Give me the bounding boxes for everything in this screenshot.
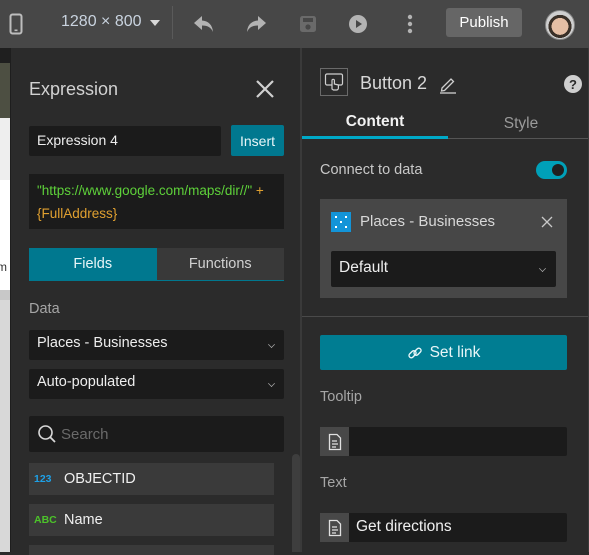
play-icon[interactable] xyxy=(346,12,370,36)
expression-name-input[interactable]: Expression 4 xyxy=(29,126,221,156)
text-input[interactable]: Get directions xyxy=(320,513,567,542)
widget-name: Button 2 xyxy=(360,73,428,93)
dynamic-content-icon[interactable] xyxy=(320,427,349,456)
help-icon[interactable]: ? xyxy=(564,75,582,93)
population-mode-value: Auto-populated xyxy=(37,374,136,390)
search-icon xyxy=(38,425,56,443)
data-label: Data xyxy=(29,301,60,317)
canvas-segment xyxy=(0,63,10,118)
caret-down-icon xyxy=(149,20,160,26)
data-source-select[interactable]: Places - Businesses xyxy=(29,330,284,360)
widget-settings-panel: Button 2 ? Content Style Connect to data… xyxy=(302,48,589,552)
resolution-value: 1280 × 800 xyxy=(61,13,142,30)
point-layer-icon xyxy=(331,212,351,232)
canvas-segment xyxy=(0,290,10,300)
chevron-down-icon xyxy=(539,265,546,272)
tooltip-input[interactable] xyxy=(320,427,567,456)
tab-fields[interactable]: Fields xyxy=(29,248,157,280)
mobile-device-icon[interactable] xyxy=(4,12,28,36)
settings-tabs: Content Style xyxy=(302,108,589,139)
tab-content[interactable]: Content xyxy=(302,108,448,139)
connect-to-data-label: Connect to data xyxy=(320,162,423,178)
field-name: Name xyxy=(64,512,103,528)
more-vertical-icon[interactable] xyxy=(398,12,422,36)
canvas-segment xyxy=(0,48,10,63)
redo-icon[interactable] xyxy=(244,12,268,36)
edit-pencil-icon[interactable] xyxy=(438,74,458,94)
user-avatar[interactable] xyxy=(545,10,575,40)
expression-operator: + xyxy=(252,183,264,198)
set-link-label: Set link xyxy=(429,343,481,361)
data-view-select[interactable]: Default xyxy=(331,251,556,287)
field-name: OBJECTID xyxy=(64,471,136,487)
tooltip-label: Tooltip xyxy=(320,389,362,405)
population-mode-select[interactable]: Auto-populated xyxy=(29,369,284,399)
save-icon[interactable] xyxy=(296,12,320,36)
chevron-down-icon xyxy=(268,341,275,348)
data-source-value: Places - Businesses xyxy=(37,335,168,351)
insert-button[interactable]: Insert xyxy=(231,125,284,156)
text-value: Get directions xyxy=(356,518,452,535)
data-source-name: Places - Businesses xyxy=(360,213,496,230)
undo-icon[interactable] xyxy=(192,12,216,36)
text-label: Text xyxy=(320,475,347,491)
expression-panel-title: Expression xyxy=(29,79,119,99)
expression-tabs: Fields Functions xyxy=(29,248,284,281)
expression-string: "https://www.google.com/maps/dir//" xyxy=(37,183,253,198)
link-icon xyxy=(407,347,422,358)
field-search-input[interactable]: Search xyxy=(29,416,284,452)
canvas-partial-text: m xyxy=(0,260,7,274)
canvas-segment xyxy=(0,118,10,180)
field-list-item[interactable]: ABC Name xyxy=(29,504,274,536)
field-list-item[interactable] xyxy=(29,545,274,555)
expression-editor[interactable]: "https://www.google.com/maps/dir//" + {F… xyxy=(29,174,284,229)
field-list-scrollbar[interactable] xyxy=(292,454,300,552)
connect-to-data-toggle[interactable] xyxy=(536,161,567,179)
close-icon[interactable] xyxy=(254,78,276,100)
tab-functions[interactable]: Functions xyxy=(156,248,284,280)
publish-button[interactable]: Publish xyxy=(446,8,522,37)
field-list-item[interactable]: 123 OBJECTID xyxy=(29,463,274,495)
dynamic-content-icon[interactable] xyxy=(320,513,349,542)
top-toolbar: 1280 × 800 Publish xyxy=(0,0,589,48)
section-divider xyxy=(302,316,589,317)
canvas-preview-strip: m xyxy=(0,48,10,552)
data-view-value: Default xyxy=(339,259,389,276)
string-type-icon: ABC xyxy=(34,514,57,526)
button-widget-icon xyxy=(320,68,348,96)
set-link-button[interactable]: Set link xyxy=(320,335,567,370)
number-type-icon: 123 xyxy=(34,473,52,485)
toolbar-divider xyxy=(172,6,173,39)
expression-panel: Expression Expression 4 Insert "https://… xyxy=(10,48,300,555)
tab-style[interactable]: Style xyxy=(448,108,589,139)
chevron-down-icon xyxy=(268,380,275,387)
expression-field: {FullAddress} xyxy=(37,206,118,221)
search-placeholder: Search xyxy=(61,425,109,443)
data-source-card: Places - Businesses Default xyxy=(320,199,567,298)
resolution-dropdown[interactable]: 1280 × 800 xyxy=(61,13,160,31)
remove-data-source-icon[interactable] xyxy=(540,215,554,229)
